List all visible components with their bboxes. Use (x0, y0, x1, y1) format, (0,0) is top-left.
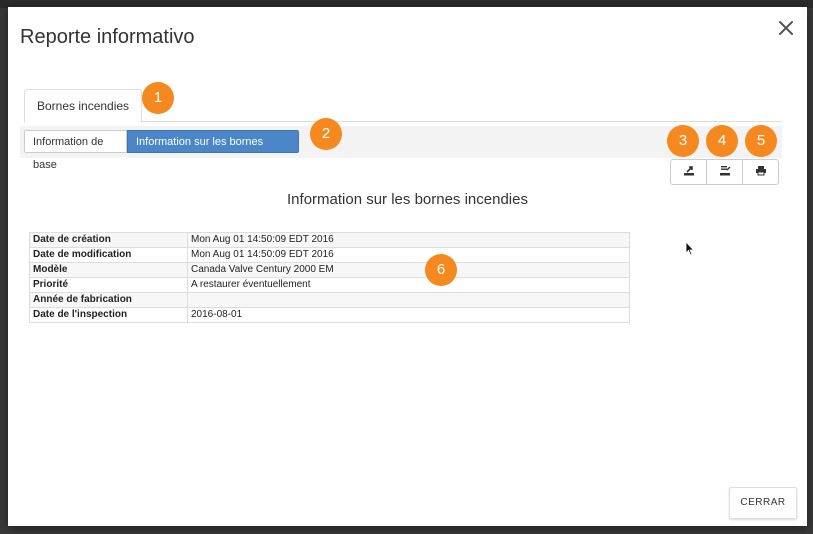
callout-marker-4: 4 (706, 125, 738, 157)
row-label: Modèle (29, 262, 188, 278)
table-row: Priorité A restaurer éventuellement (29, 277, 630, 293)
row-label: Date de l'inspection (29, 307, 188, 323)
export-button[interactable] (671, 160, 707, 184)
callout-marker-6: 6 (425, 254, 457, 286)
export-list-icon (719, 163, 731, 181)
row-label: Date de modification (29, 247, 188, 263)
report-modal: Reporte informativo Bornes incendies 1 I… (8, 7, 807, 526)
table-row: Année de fabrication (29, 292, 630, 308)
tabs-bar: Bornes incendies (24, 89, 782, 123)
row-value (187, 292, 630, 308)
callout-marker-3: 3 (667, 125, 699, 157)
close-icon[interactable] (777, 19, 795, 37)
row-value: Mon Aug 01 14:50:09 EDT 2016 (187, 232, 630, 248)
tab-bornes-incendies[interactable]: Bornes incendies (24, 89, 143, 123)
subtab-information-bornes[interactable]: Information sur les bornes incendies (127, 130, 299, 171)
section-title: Information sur les bornes incendies (287, 191, 528, 208)
subtab-information-de-base[interactable]: Information de base (24, 130, 127, 171)
table-row: Date de modification Mon Aug 01 14:50:09… (29, 247, 630, 263)
row-value: 2016-08-01 (187, 307, 630, 323)
print-icon (755, 163, 767, 181)
export-list-button[interactable] (707, 160, 743, 184)
info-table: Date de création Mon Aug 01 14:50:09 EDT… (29, 232, 630, 323)
table-row: Date de création Mon Aug 01 14:50:09 EDT… (29, 232, 630, 248)
row-label: Priorité (29, 277, 188, 293)
print-button[interactable] (743, 160, 778, 184)
row-value: Mon Aug 01 14:50:09 EDT 2016 (187, 247, 630, 263)
mouse-cursor-icon (685, 240, 695, 257)
cerrar-button[interactable]: CERRAR (729, 487, 797, 519)
callout-marker-1: 1 (142, 82, 174, 114)
row-label: Date de création (29, 232, 188, 248)
modal-title: Reporte informativo (20, 26, 195, 48)
row-label: Année de fabrication (29, 292, 188, 308)
row-value: A restaurer éventuellement (187, 277, 630, 293)
callout-marker-5: 5 (745, 125, 777, 157)
table-row: Modèle Canada Valve Century 2000 EM (29, 262, 630, 278)
row-value: Canada Valve Century 2000 EM (187, 262, 630, 278)
table-row: Date de l'inspection 2016-08-01 (29, 307, 630, 323)
callout-marker-2: 2 (310, 118, 342, 150)
export-icon (683, 163, 695, 181)
export-toolbar (670, 159, 779, 185)
